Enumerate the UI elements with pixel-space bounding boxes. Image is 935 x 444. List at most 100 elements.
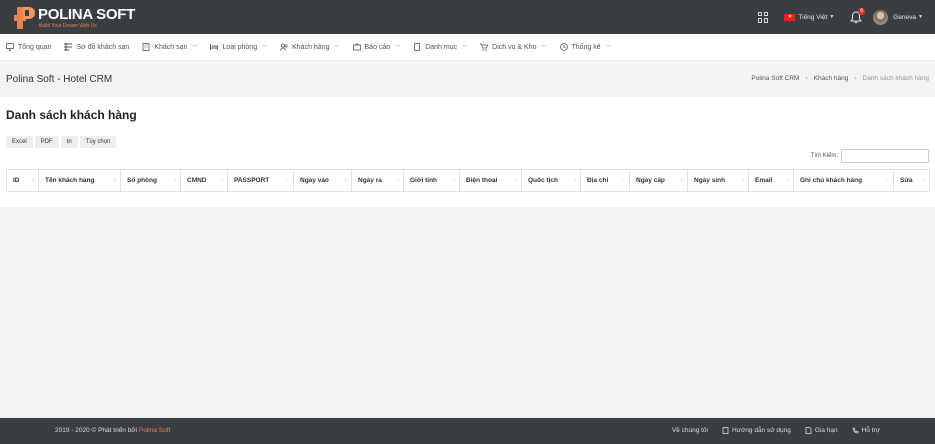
export-buttons: Excel PDF In Tùy chọn xyxy=(6,136,117,148)
column-header-ngay-sinh[interactable]: Ngày sinh ↑↓ xyxy=(687,169,749,192)
main-menu: Tổng quan Sơ đồ khách sạn Khách sạn ﹀ Lo… xyxy=(0,34,935,61)
brand-logo[interactable]: POLINA SOFT Build Your Dream With Us xyxy=(10,5,135,31)
menu-label: Báo cáo xyxy=(364,43,391,51)
avatar xyxy=(873,9,889,25)
sort-icon: ↑↓ xyxy=(922,178,926,184)
menu-item-khach-hang[interactable]: Khách hàng ﹀ xyxy=(280,43,340,51)
sort-icon: ↑↓ xyxy=(113,178,117,184)
footer-link-about[interactable]: Về chúng tôi xyxy=(672,427,708,434)
column-header-dia-chi[interactable]: Địa chỉ ↑↓ xyxy=(580,169,630,192)
language-label: Tiếng Việt xyxy=(798,13,828,21)
column-header-dien-thoai[interactable]: Điện thoại ↑↓ xyxy=(459,169,522,192)
menu-item-dich-vu-kho[interactable]: Dịch vụ & Kho ﹀ xyxy=(480,43,547,51)
user-menu[interactable]: Geneva ▼ xyxy=(873,9,923,25)
sort-icon: ↑↓ xyxy=(344,178,348,184)
customer-table: ID ↑↓ Tên khách hàng ↑↓ Số phòng ↑↓ CMND ↑↓ … xyxy=(6,169,930,192)
menu-item-so-do-khach-san[interactable]: Sơ đồ khách sạn xyxy=(64,43,129,51)
phone-icon xyxy=(852,427,859,434)
sort-icon: ↑↓ xyxy=(396,178,400,184)
copyright: 2019 - 2020 © Phát triển bởi Polina Soft xyxy=(55,427,170,434)
file-icon xyxy=(805,427,812,434)
column-header-ngay-ra[interactable]: Ngày ra ↑↓ xyxy=(351,169,404,192)
column-header-ten-khach-hang[interactable]: Tên khách hàng ↑↓ xyxy=(38,169,121,192)
cart-icon xyxy=(480,43,489,51)
copyright-brand-link[interactable]: Polina Soft xyxy=(139,427,170,434)
print-button[interactable]: In xyxy=(60,136,78,148)
chevron-down-icon: ﹀ xyxy=(262,44,268,51)
polina-logo-icon xyxy=(14,7,35,29)
column-header-so-phong[interactable]: Số phòng ↑↓ xyxy=(120,169,181,192)
menu-label: Khách sạn xyxy=(154,43,188,51)
column-header-ngay-vao[interactable]: Ngày vào ↑↓ xyxy=(293,169,352,192)
page-title: Polina Soft - Hotel CRM xyxy=(6,74,113,85)
sort-icon: ↑↓ xyxy=(452,178,456,184)
menu-label: Thống kê xyxy=(571,43,601,51)
options-button[interactable]: Tùy chọn xyxy=(79,136,117,148)
column-header-ngay-cap[interactable]: Ngày cấp ↑↓ xyxy=(629,169,688,192)
column-header-email[interactable]: Email ↑↓ xyxy=(748,169,794,192)
column-header-gioi-tinh[interactable]: Giới tính ↑↓ xyxy=(403,169,460,192)
table-header-row: ID ↑↓ Tên khách hàng ↑↓ Số phòng ↑↓ CMND ↑↓ … xyxy=(6,169,930,192)
excel-button[interactable]: Excel xyxy=(6,136,33,148)
book-icon xyxy=(414,43,421,51)
sort-icon: ↑↓ xyxy=(622,178,626,184)
briefcase-icon xyxy=(352,43,361,51)
chevron-down-icon: ▼ xyxy=(829,14,835,20)
chevron-down-icon: ▼ xyxy=(918,14,923,20)
menu-item-khach-san[interactable]: Khách sạn ﹀ xyxy=(142,43,197,51)
sort-icon: ↑↓ xyxy=(680,178,684,184)
notifications-button[interactable]: 6 xyxy=(850,7,866,24)
top-navbar: POLINA SOFT Build Your Dream With Us Tiế… xyxy=(0,0,935,34)
sort-icon: ↑↓ xyxy=(786,178,790,184)
sort-icon: ↑↓ xyxy=(31,178,35,184)
apps-grid-icon[interactable] xyxy=(758,11,769,23)
footer-link-guide[interactable]: Hướng dẫn sử dụng xyxy=(722,427,791,434)
copyright-text: 2019 - 2020 © Phát triển bởi xyxy=(55,427,138,434)
table-search: Tìm Kiếm: xyxy=(811,149,929,163)
menu-label: Dịch vụ & Kho xyxy=(492,43,537,51)
building-icon xyxy=(142,43,150,51)
column-header-sua[interactable]: Sửa ↑↓ xyxy=(893,169,930,192)
sort-icon: ↑↓ xyxy=(741,178,745,184)
language-selector[interactable]: Tiếng Việt ▼ xyxy=(784,13,835,22)
breadcrumb-current: Danh sách khách hàng xyxy=(862,75,930,82)
breadcrumb-khach-hang[interactable]: Khách hàng xyxy=(814,75,849,82)
menu-label: Sơ đồ khách sạn xyxy=(76,43,130,51)
menu-item-loai-phong[interactable]: Loại phòng ﹀ xyxy=(210,43,267,51)
sort-icon: ↑↓ xyxy=(573,178,577,184)
sitemap-icon xyxy=(64,43,73,51)
column-header-quoc-tich[interactable]: Quốc tịch ↑↓ xyxy=(521,169,581,192)
breadcrumb: Polina Soft CRM › Khách hàng › Danh sách… xyxy=(751,75,929,82)
column-header-passport[interactable]: PASSPORT ↑↓ xyxy=(227,169,294,192)
chevron-down-icon: ﹀ xyxy=(541,44,547,51)
menu-item-danh-muc[interactable]: Danh mục ﹀ xyxy=(413,43,467,51)
footer-link-support[interactable]: Hỗ trợ xyxy=(852,427,880,434)
menu-label: Danh mục xyxy=(425,43,458,51)
column-header-id[interactable]: ID ↑↓ xyxy=(6,169,39,192)
menu-item-bao-cao[interactable]: Báo cáo ﹀ xyxy=(352,43,400,51)
breadcrumb-home[interactable]: Polina Soft CRM xyxy=(751,75,799,82)
menu-label: Loại phòng xyxy=(222,43,258,51)
menu-item-thong-ke[interactable]: Thống kê ﹀ xyxy=(559,43,611,51)
vietnam-flag-icon xyxy=(784,13,796,22)
column-header-ghi-chu[interactable]: Ghi chú khách hàng ↑↓ xyxy=(793,169,894,192)
sort-icon: ↑↓ xyxy=(173,178,177,184)
footer: 2019 - 2020 © Phát triển bởi Polina Soft… xyxy=(0,418,935,444)
menu-item-tong-quan[interactable]: Tổng quan xyxy=(6,43,51,51)
column-header-cmnd[interactable]: CMND ↑↓ xyxy=(180,169,228,192)
sort-icon: ↑↓ xyxy=(886,178,890,184)
brand-name: POLINA SOFT xyxy=(38,6,135,23)
search-label: Tìm Kiếm: xyxy=(810,153,838,159)
card-title: Danh sách khách hàng xyxy=(6,108,137,122)
search-input[interactable] xyxy=(841,149,929,163)
menu-label: Tổng quan xyxy=(18,43,52,51)
breadcrumb-separator: › xyxy=(805,75,808,82)
menu-label: Khách hàng xyxy=(292,43,330,51)
notification-badge: 6 xyxy=(858,7,866,15)
pdf-button[interactable]: PDF xyxy=(34,136,59,148)
users-icon xyxy=(280,43,288,51)
sort-icon: ↑↓ xyxy=(220,178,224,184)
monitor-icon xyxy=(6,43,14,51)
brand-tagline: Build Your Dream With Us xyxy=(39,23,97,29)
footer-link-renew[interactable]: Gia hạn xyxy=(805,427,838,434)
